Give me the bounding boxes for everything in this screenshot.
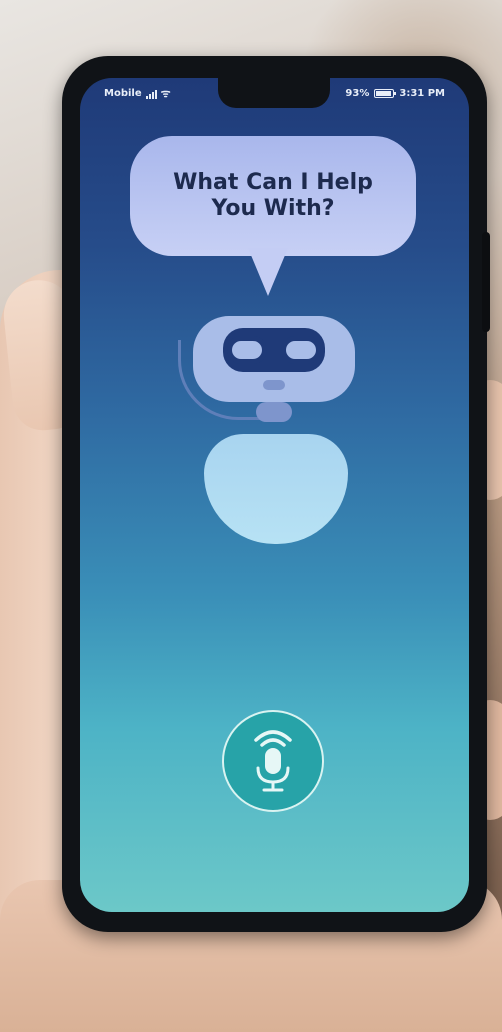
battery-percent: 93% — [345, 88, 370, 99]
assistant-prompt-line2: You With? — [211, 196, 335, 221]
voice-input-button[interactable] — [222, 710, 324, 812]
status-bar: Mobile ᯤ 93% 3:31 PM — [80, 86, 469, 106]
status-right: 93% 3:31 PM — [345, 88, 445, 99]
robot-visor — [223, 328, 325, 372]
signal-icon — [145, 89, 157, 99]
status-left: Mobile ᯤ — [104, 86, 171, 100]
clock: 3:31 PM — [399, 88, 445, 99]
assistant-prompt: What Can I Help You With? — [158, 170, 388, 222]
battery-icon — [374, 89, 397, 98]
robot-head — [193, 316, 355, 402]
microphone-icon — [254, 730, 292, 792]
side-button — [482, 232, 490, 332]
phone-screen: Mobile ᯤ 93% 3:31 PM What Can I Help You… — [80, 78, 469, 912]
speech-bubble-tail — [248, 248, 288, 296]
robot-mouth — [263, 380, 285, 390]
assistant-prompt-line1: What Can I Help — [173, 170, 373, 195]
headset-mic-icon — [256, 402, 292, 422]
robot-eye-right — [281, 336, 321, 364]
robot-body — [204, 434, 348, 544]
speech-bubble: What Can I Help You With? — [130, 136, 416, 256]
carrier-label: Mobile — [104, 88, 142, 99]
robot-eye-left — [227, 336, 267, 364]
wifi-icon: ᯤ — [160, 86, 171, 100]
